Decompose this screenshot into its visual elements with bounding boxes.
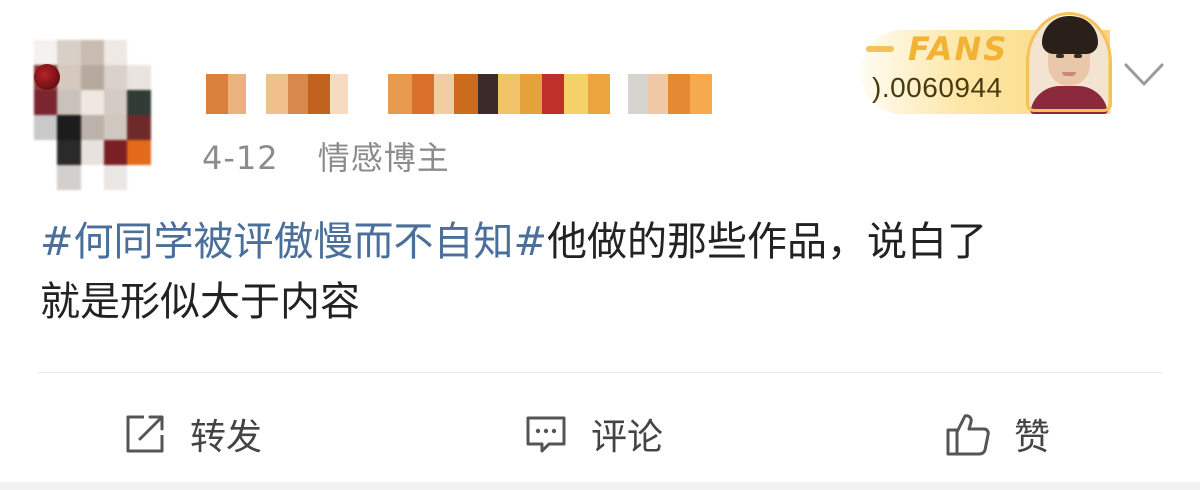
- post-body-line1: 他做的那些作品，说白了: [547, 219, 988, 265]
- fans-badge-ring: [1026, 12, 1112, 112]
- post-date: 4-12: [202, 139, 279, 177]
- post-meta: 4-12 情感博主: [202, 133, 450, 179]
- repost-button[interactable]: 转发: [122, 396, 262, 472]
- divider: [38, 372, 1162, 373]
- repost-icon: [126, 415, 164, 453]
- username-pixelated[interactable]: [206, 56, 712, 116]
- chevron-down-icon[interactable]: [1124, 62, 1164, 88]
- thumbs-up-icon: [946, 414, 990, 456]
- user-tag: 情感博主: [317, 139, 450, 177]
- bottom-separator: [0, 482, 1200, 490]
- comment-label: 评论: [591, 417, 664, 458]
- fans-badge-dash: [866, 46, 894, 52]
- like-button[interactable]: 赞: [944, 396, 1050, 472]
- hashtag-link[interactable]: #何同学被评傲慢而不自知#: [40, 219, 547, 265]
- weibo-post-card: 4-12 情感博主 FANS ).0060944 #何同学被评傲慢而不自知#他做…: [0, 0, 1200, 490]
- comment-button[interactable]: 评论: [523, 396, 663, 472]
- repost-label: 转发: [190, 417, 263, 458]
- avatar-rose-decoration: [34, 64, 60, 90]
- fans-badge[interactable]: FANS ).0060944: [850, 12, 1118, 114]
- avatar[interactable]: [34, 40, 174, 190]
- comment-icon: [526, 416, 566, 453]
- post-body-line2: 就是形似大于内容: [40, 279, 360, 325]
- like-label: 赞: [1014, 417, 1051, 458]
- fans-badge-number: ).0060944: [872, 72, 1003, 103]
- fans-badge-label: FANS: [908, 30, 1009, 68]
- action-bar: 转发 评论 赞: [0, 396, 1200, 472]
- post-body: #何同学被评傲慢而不自知#他做的那些作品，说白了 就是形似大于内容: [40, 212, 1160, 332]
